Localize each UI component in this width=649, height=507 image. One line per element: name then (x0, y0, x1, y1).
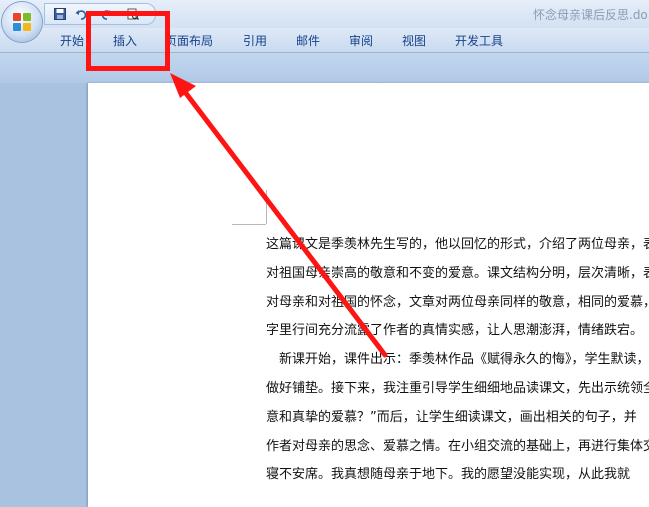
annotation-arrow-icon (170, 73, 388, 358)
office-button[interactable] (2, 2, 42, 42)
office-logo-icon (13, 13, 31, 31)
